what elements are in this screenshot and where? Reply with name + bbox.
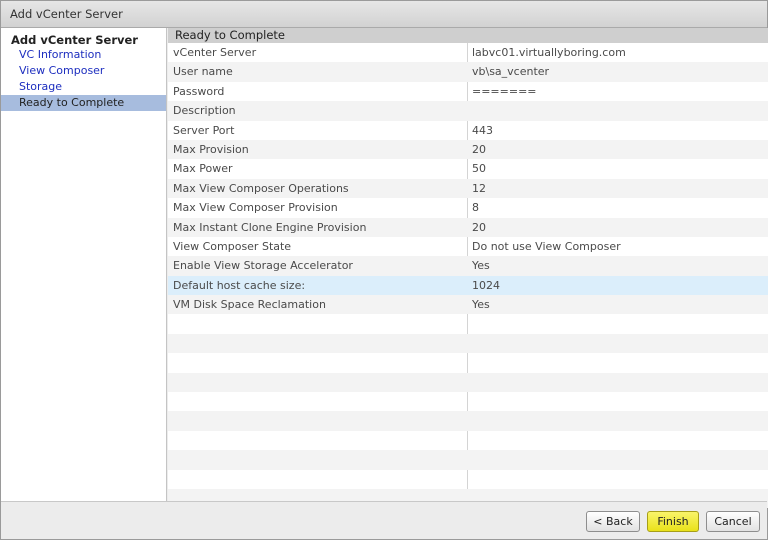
row-value: labvc01.virtuallyboring.com — [472, 46, 626, 59]
row-value: Yes — [472, 298, 490, 312]
table-row — [168, 372, 768, 393]
table-row — [168, 353, 768, 372]
row-label: vCenter Server — [173, 46, 257, 59]
row-label: View Composer State — [173, 239, 292, 253]
sidebar-item-storage[interactable]: Storage — [1, 79, 166, 95]
wizard-sidebar: Add vCenter Server VC Information View C… — [1, 28, 167, 501]
row-value: 8 — [472, 201, 479, 215]
row-value: 12 — [472, 181, 486, 195]
table-row: Server Port 443 — [168, 121, 768, 140]
sidebar-item-vc-information[interactable]: VC Information — [1, 47, 166, 63]
summary-panel: Ready to Complete vCenter Server labvc01.… — [168, 28, 768, 509]
table-row — [168, 450, 768, 470]
table-row — [168, 431, 768, 450]
row-value: vb\sa_vcenter — [472, 65, 550, 79]
row-value: Do not use View Composer — [472, 239, 621, 253]
row-label: User name — [173, 65, 233, 79]
table-row — [168, 470, 768, 489]
row-label: Enable View Storage Accelerator — [173, 259, 353, 273]
table-row: User name vb\sa_vcenter — [168, 62, 768, 82]
table-row: vCenter Server labvc01.virtuallyboring.co… — [168, 43, 768, 62]
sidebar-item-view-composer[interactable]: View Composer — [1, 63, 166, 79]
table-row — [168, 333, 768, 354]
row-label: Description — [173, 104, 236, 118]
table-row — [168, 314, 768, 333]
row-label: Max Power — [173, 162, 233, 176]
table-row: Default host cache size: 1024 — [168, 275, 768, 296]
row-value: ======= — [472, 84, 537, 98]
row-value: 50 — [472, 162, 486, 176]
row-label: Server Port — [173, 123, 235, 137]
table-row: View Composer State Do not use View Compo… — [168, 237, 768, 256]
table-row: Max View Composer Provision 8 — [168, 198, 768, 217]
row-label: Max View Composer Operations — [173, 181, 349, 195]
row-label: Password — [173, 84, 225, 98]
add-vcenter-dialog: Add vCenter Server Add vCenter Server VC… — [0, 0, 768, 540]
table-row: Enable View Storage Accelerator Yes — [168, 256, 768, 276]
table-row — [168, 392, 768, 411]
table-row: Max Power 50 — [168, 159, 768, 178]
row-label: VM Disk Space Reclamation — [173, 298, 326, 312]
row-value: 20 — [472, 142, 486, 156]
cancel-button[interactable]: Cancel — [706, 511, 760, 532]
table-row — [168, 411, 768, 431]
table-row: VM Disk Space Reclamation Yes — [168, 295, 768, 315]
window-title: Add vCenter Server — [1, 1, 767, 28]
row-label: Max Provision — [173, 142, 249, 156]
row-label: Default host cache size: — [173, 278, 306, 292]
finish-button[interactable]: Finish — [647, 511, 699, 532]
table-row: Description — [168, 101, 768, 121]
row-label: Max Instant Clone Engine Provision — [173, 220, 367, 234]
summary-table: vCenter Server labvc01.virtuallyboring.co… — [168, 43, 768, 509]
row-label: Max View Composer Provision — [173, 201, 338, 215]
table-row: Max Provision 20 — [168, 139, 768, 160]
row-value: Yes — [472, 259, 490, 273]
table-row: Max View Composer Operations 12 — [168, 178, 768, 199]
row-value: 20 — [472, 220, 486, 234]
back-button[interactable]: < Back — [586, 511, 640, 532]
table-row: Max Instant Clone Engine Provision 20 — [168, 217, 768, 237]
dialog-footer: < Back Finish Cancel — [1, 501, 767, 539]
row-value: 443 — [472, 123, 493, 137]
sidebar-heading: Add vCenter Server — [11, 33, 138, 47]
table-row: Password ======= — [168, 82, 768, 101]
panel-header: Ready to Complete — [168, 28, 768, 43]
sidebar-item-ready-to-complete[interactable]: Ready to Complete — [1, 95, 166, 111]
row-value: 1024 — [472, 278, 500, 292]
